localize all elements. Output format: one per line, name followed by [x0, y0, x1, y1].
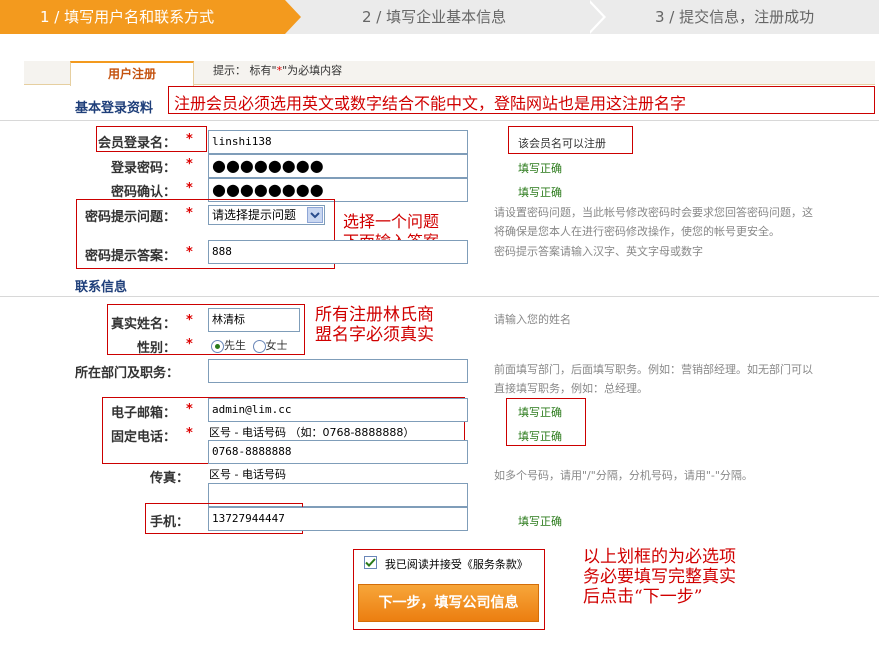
email-input[interactable]: admin@lim.cc — [208, 398, 468, 422]
next-step-button[interactable]: 下一步，填写公司信息 — [358, 584, 539, 622]
username-label: 会员登录名： — [97, 136, 176, 151]
realname-input[interactable]: 林清标 — [208, 308, 300, 332]
department-input[interactable] — [208, 359, 468, 383]
step-bar: 1 / 填写用户名和联系方式 2 / 填写企业基本信息 3 / 提交信息，注册成… — [0, 0, 879, 34]
tip-prefix: 提示： 标有" — [213, 64, 277, 77]
step-2-label: 2 / 填写企业基本信息 — [362, 8, 507, 26]
gender-male-radio[interactable] — [211, 339, 224, 353]
final-note-line-2: 务必要填写完整真实 — [583, 567, 736, 587]
department-hint: 前面填写部门，后面填写职务。例如：营销部经理。如无部门可以 直接填写职务，例如：… — [494, 360, 813, 398]
name-note-line-2: 盟名字必须真实 — [315, 325, 434, 345]
mobile-input[interactable]: 13727944447 — [208, 507, 468, 531]
password-required: * — [186, 157, 193, 172]
question-required: * — [186, 206, 193, 221]
username-required: * — [186, 132, 193, 147]
gender-options: 先生 女士 — [211, 337, 288, 353]
divider — [0, 120, 879, 121]
question-hint-line-1: 请设置密码问题，当此帐号修改密码时会要求您回答密码问题，这 — [494, 206, 813, 219]
mobile-label: 手机： — [150, 515, 190, 530]
question-select-value: 请选择提示问题 — [212, 208, 297, 222]
step-1-label: 1 / 填写用户名和联系方式 — [40, 8, 215, 26]
gender-female-radio[interactable] — [252, 339, 266, 353]
department-label: 所在部门及职务： — [75, 366, 180, 381]
fax-hint: 如多个号码，请用"/"分隔，分机号码，请用"-"分隔。 — [494, 469, 753, 482]
phone-format: 区号 - 电话号码 （如：0768-8888888） — [209, 426, 415, 439]
section-login-title: 基本登录资料 — [75, 101, 154, 116]
name-note-line-1: 所有注册林氏商 — [315, 305, 434, 325]
realname-hint: 请输入您的姓名 — [494, 313, 571, 326]
step-1: 1 / 填写用户名和联系方式 — [0, 0, 285, 34]
password-confirm-label: 密码确认： — [110, 185, 176, 200]
phone-required: * — [186, 426, 193, 441]
username-status: 该会员名可以注册 — [518, 137, 606, 150]
password-label: 登录密码： — [110, 161, 176, 176]
agreement-row: 我已阅读并接受《服务条款》 — [364, 556, 528, 572]
fax-format: 区号 - 电话号码 — [209, 468, 286, 481]
answer-hint: 密码提示答案请输入汉字、英文字母或数字 — [494, 245, 703, 258]
agreement-checkbox[interactable] — [364, 556, 377, 569]
password-confirm-status: 填写正确 — [518, 186, 562, 199]
step-3: 3 / 提交信息，注册成功 — [655, 0, 814, 34]
question-hint: 请设置密码问题，当此帐号修改密码时会要求您回答密码问题，这 将确保是您本人在进行… — [494, 203, 813, 241]
phone-label: 固定电话： — [110, 430, 176, 445]
realname-label: 真实姓名： — [110, 317, 176, 332]
password-status: 填写正确 — [518, 162, 562, 175]
name-note: 所有注册林氏商 盟名字必须真实 — [315, 305, 434, 345]
required-tip: 提示： 标有"*"为必填内容 — [213, 62, 342, 78]
checkmark-icon — [365, 558, 376, 567]
email-label: 电子邮箱： — [110, 406, 176, 421]
final-note: 以上划框的为必选项 务必要填写完整真实 后点击“下一步” — [583, 547, 736, 607]
question-select[interactable]: 请选择提示问题 — [208, 205, 325, 225]
username-input[interactable]: linshi138 — [208, 130, 468, 154]
phone-status: 填写正确 — [518, 430, 562, 443]
question-note-line-1: 选择一个问题 — [343, 212, 440, 231]
section-contact-title: 联系信息 — [75, 280, 128, 295]
gender-female-label: 女士 — [265, 339, 288, 352]
department-hint-line-1: 前面填写部门，后面填写职务。例如：营销部经理。如无部门可以 — [494, 363, 813, 376]
email-required: * — [186, 402, 193, 417]
password-input[interactable]: ●●●●●●●● — [208, 154, 468, 178]
gender-male-label: 先生 — [224, 339, 246, 352]
divider — [0, 296, 879, 297]
login-note: 注册会员必须选用英文或数字结合不能中文，登陆网站也是用这注册名字 — [174, 94, 687, 113]
gender-required: * — [186, 337, 193, 352]
chevron-down-icon[interactable] — [307, 207, 323, 223]
agreement-label[interactable]: 我已阅读并接受《服务条款》 — [385, 558, 528, 571]
password-confirm-required: * — [186, 181, 193, 196]
tab-user-register[interactable]: 用户注册 — [70, 61, 194, 86]
step-3-label: 3 / 提交信息，注册成功 — [655, 8, 815, 26]
answer-required: * — [186, 245, 193, 260]
gender-label: 性别： — [136, 341, 176, 356]
step-separator-inner — [587, 0, 603, 34]
phone-input[interactable]: 0768-8888888 — [208, 440, 468, 464]
answer-label: 密码提示答案： — [84, 249, 176, 264]
final-note-line-3: 后点击“下一步” — [583, 587, 703, 607]
answer-input[interactable]: 888 — [208, 240, 468, 264]
mobile-status: 填写正确 — [518, 515, 562, 528]
final-note-line-1: 以上划框的为必选项 — [583, 547, 736, 567]
email-status: 填写正确 — [518, 406, 562, 419]
question-label: 密码提示问题： — [84, 210, 176, 225]
step-1-arrow — [285, 0, 301, 34]
tip-suffix: "为必填内容 — [282, 64, 343, 77]
question-hint-line-2: 将确保是您本人在进行密码修改操作，使您的帐号更安全。 — [494, 225, 780, 238]
step-2: 2 / 填写企业基本信息 — [362, 0, 506, 34]
fax-label: 传真： — [150, 471, 190, 486]
department-hint-line-2: 直接填写职务，例如：总经理。 — [494, 382, 648, 395]
realname-required: * — [186, 313, 193, 328]
